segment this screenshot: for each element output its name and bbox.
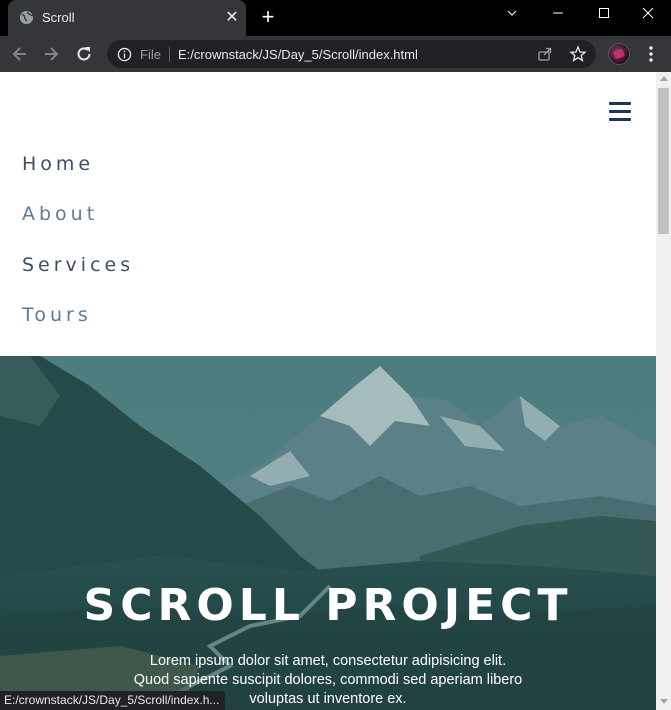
back-arrow-icon[interactable] [10, 44, 30, 64]
address-bar[interactable]: File E:/crownstack/JS/Day_5/Scroll/index… [107, 40, 596, 68]
close-icon [642, 7, 654, 19]
close-window-button[interactable] [625, 0, 671, 30]
browser-tab[interactable]: Scroll ✕ [8, 0, 246, 36]
tab-strip: Scroll ✕ + [0, 0, 671, 36]
page-viewport: Home About Services Tours SCROLL PROJECT… [0, 72, 656, 710]
tab-search-button[interactable] [489, 0, 535, 30]
minimize-icon [553, 12, 563, 14]
scroll-up-arrow-icon[interactable] [660, 76, 668, 81]
scrollbar-thumb[interactable] [658, 88, 669, 234]
browser-toolbar: File E:/crownstack/JS/Day_5/Scroll/index… [0, 36, 671, 72]
close-tab-icon[interactable]: ✕ [223, 9, 241, 27]
new-tab-button[interactable]: + [257, 6, 279, 28]
more-options-icon[interactable] [641, 44, 661, 64]
hero-text-line: Lorem ipsum dolor sit amet, consectetur … [149, 653, 507, 669]
nav-link-services[interactable]: Services [22, 254, 134, 276]
nav-link-tours[interactable]: Tours [22, 304, 92, 326]
nav-link-about[interactable]: About [22, 203, 98, 225]
hero-title: SCROLL PROJECT [83, 580, 573, 631]
maximize-button[interactable] [581, 0, 627, 30]
hero-text-line: voluptas ut inventore ex. [249, 691, 407, 707]
maximize-icon [599, 8, 609, 18]
chevron-down-icon [507, 10, 517, 16]
tab-title: Scroll [42, 10, 75, 25]
forward-arrow-icon[interactable] [41, 44, 61, 64]
omnibox-divider [169, 47, 170, 62]
nav-link-home[interactable]: Home [22, 153, 94, 175]
bookmark-star-icon[interactable] [569, 45, 587, 63]
globe-icon [19, 10, 34, 25]
vertical-scrollbar[interactable] [656, 72, 671, 710]
security-label: File [140, 47, 161, 62]
nav-toggle-hamburger-icon[interactable] [609, 102, 631, 122]
url-text[interactable]: E:/crownstack/JS/Day_5/Scroll/index.html [178, 47, 418, 62]
hero-banner: SCROLL PROJECT Lorem ipsum dolor sit ame… [0, 356, 656, 710]
scroll-down-arrow-icon[interactable] [660, 699, 668, 704]
minimize-button[interactable] [535, 0, 581, 30]
reload-icon[interactable] [74, 44, 94, 64]
hero-text-line: Quod sapiente suscipit dolores, commodi … [133, 672, 523, 688]
info-icon[interactable] [117, 47, 132, 62]
profile-avatar[interactable] [608, 43, 630, 65]
share-icon[interactable] [537, 46, 553, 62]
link-status-bubble: E:/crownstack/JS/Day_5/Scroll/index.h... [0, 691, 226, 710]
